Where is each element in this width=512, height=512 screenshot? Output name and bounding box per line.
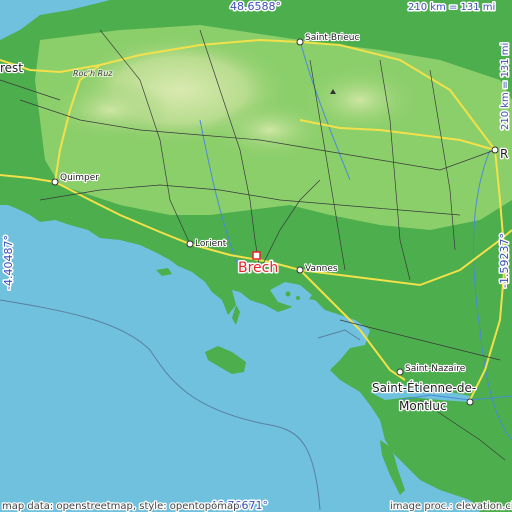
top-latitude-label: 48.6588° [230, 0, 281, 13]
image-attribution: image proc.: elevation.city [390, 501, 512, 512]
city-label-saint-nazaire: Saint-Nazaire [405, 364, 466, 374]
city-marker-saint-brieuc [296, 38, 304, 46]
city-marker-rennes [491, 146, 499, 154]
place-label-roch-ruz: Roc'h Ruz [73, 69, 113, 78]
scale-label-top: 210 km = 131 mi [408, 2, 495, 13]
island [296, 296, 300, 300]
city-label-vannes: Vannes [305, 264, 338, 274]
city-label-lorient: Lorient [195, 239, 227, 249]
city-label-saint-brieuc: Saint-Brieuc [305, 33, 360, 43]
city-marker-saint-nazaire [396, 368, 404, 376]
city-marker-lorient [186, 240, 194, 248]
city-label-brest-partial: rest [0, 61, 23, 75]
city-label-saint-etienne-line1: Saint-Étienne-de- [372, 380, 476, 395]
city-marker-vannes [296, 266, 304, 274]
main-place-label: Brech [238, 260, 278, 276]
scale-label-right: 210 km = 131 mi [500, 43, 511, 130]
island [285, 291, 291, 297]
right-longitude-label: -1.59237° [498, 233, 511, 288]
topographic-map[interactable]: Saint-Brieuc Roc'h Ruz rest R Quimper Lo… [0, 0, 512, 512]
city-label-saint-etienne-line2: Montluc [399, 399, 447, 413]
city-label-quimper: Quimper [60, 173, 99, 183]
city-label-rennes-partial: R [500, 147, 508, 161]
map-attribution: map data: openstreetmap, style: opentopo… [2, 501, 239, 512]
city-marker-quimper [51, 178, 59, 186]
left-longitude-label: -4.40487° [2, 235, 15, 290]
city-marker-saint-etienne [466, 398, 474, 406]
location-marker-icon[interactable] [252, 251, 261, 260]
